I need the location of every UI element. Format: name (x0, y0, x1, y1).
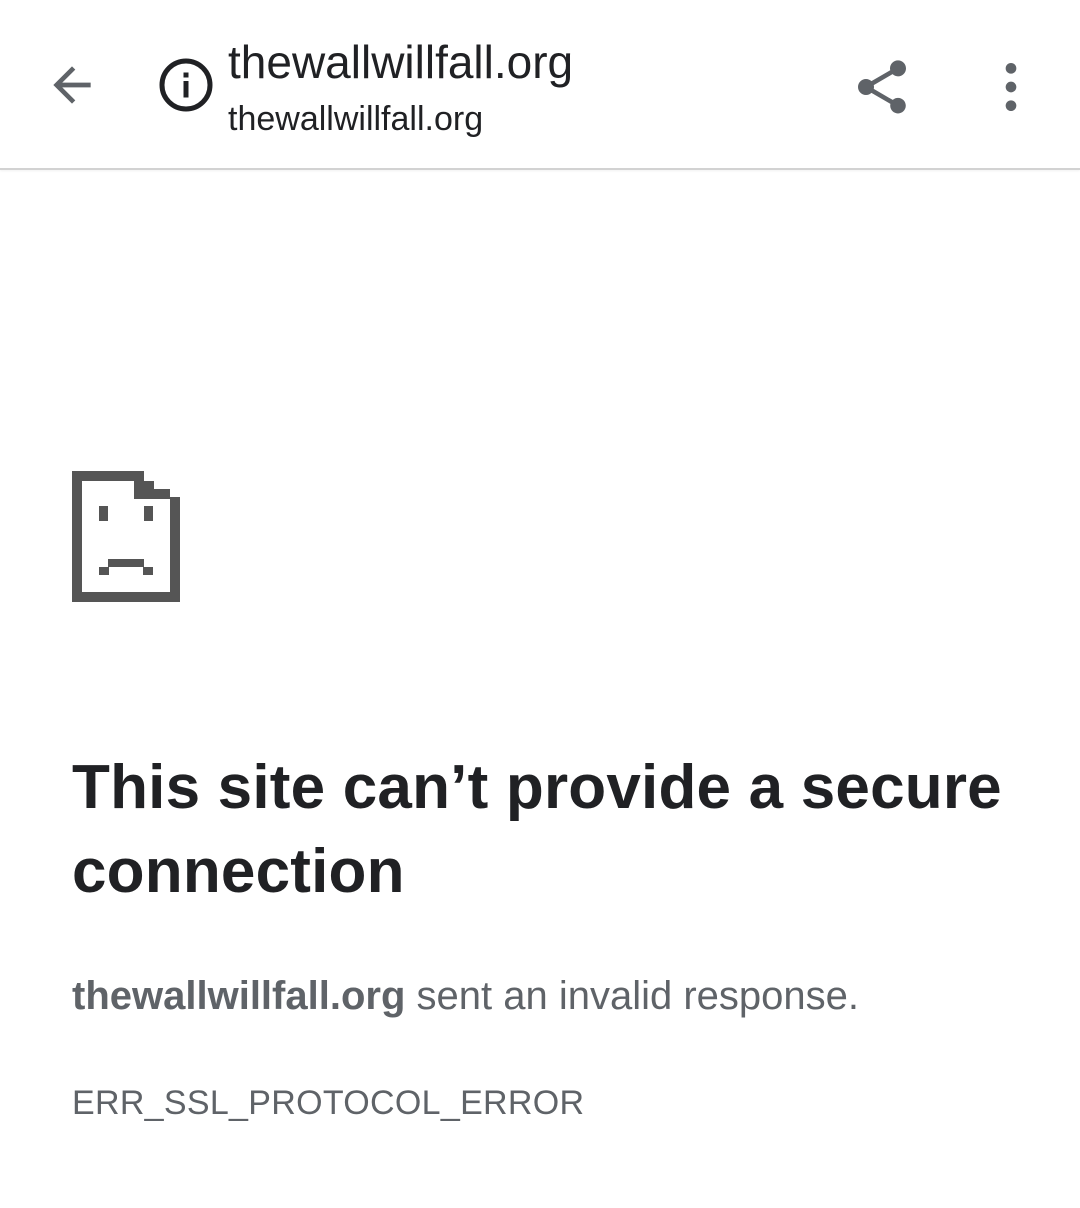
url-text: thewallwillfall.org (228, 100, 484, 138)
overflow-menu-button[interactable] (976, 45, 1046, 129)
share-icon (858, 60, 906, 114)
back-button[interactable] (30, 40, 114, 130)
more-vert-icon (1005, 63, 1017, 111)
error-code: ERR_SSL_PROTOCOL_ERROR (72, 1084, 585, 1122)
browser-toolbar: thewallwillfall.org thewallwillfall.org (0, 0, 1080, 170)
page-title: thewallwillfall.org (228, 36, 574, 88)
error-description-text: sent an invalid response. (405, 974, 860, 1018)
error-heading: This site can’t provide a secure connect… (72, 753, 1002, 906)
error-description: thewallwillfall.org sent an invalid resp… (72, 970, 1032, 1022)
error-host: thewallwillfall.org (72, 974, 406, 1018)
sad-document-icon (72, 471, 180, 602)
info-circle-icon (159, 58, 213, 112)
url-block[interactable]: thewallwillfall.org thewallwillfall.org (228, 34, 808, 144)
arrow-left-icon (53, 66, 91, 104)
site-info-button[interactable] (152, 50, 220, 120)
share-button[interactable] (840, 45, 924, 129)
